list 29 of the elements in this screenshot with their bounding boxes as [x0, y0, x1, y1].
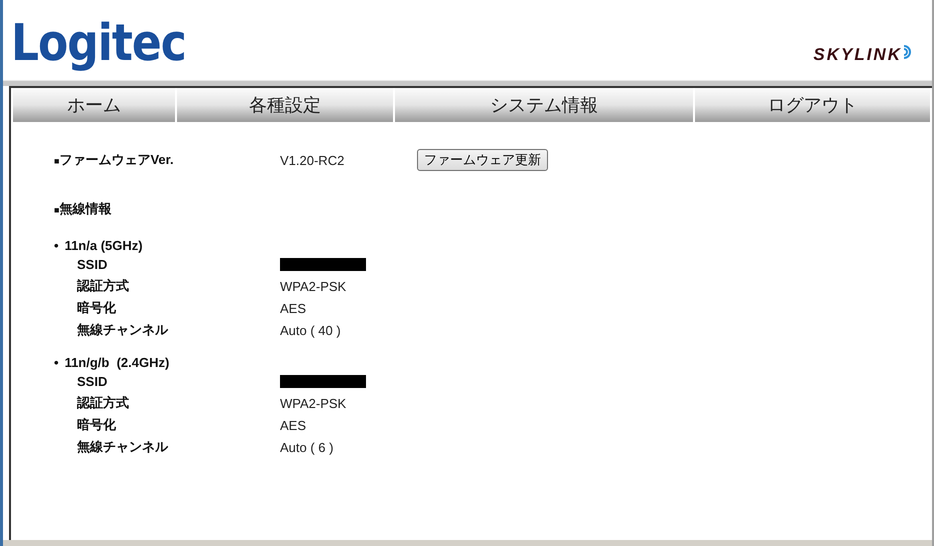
- field-value: WPA2-PSK: [280, 396, 348, 410]
- field-value: WPA2-PSK: [280, 278, 348, 294]
- field-label: 無線チャンネル: [77, 438, 170, 456]
- field-label: SSID: [77, 256, 108, 272]
- firmware-label: ■ファームウェアVer.: [54, 151, 175, 169]
- field-label: 暗号化: [77, 299, 117, 317]
- field-value: AES: [280, 418, 308, 432]
- nav-tab[interactable]: ログアウト: [695, 88, 932, 122]
- nav-tab[interactable]: ホーム: [13, 88, 177, 122]
- firmware-update-button[interactable]: ファームウェア更新: [417, 149, 548, 171]
- product-logo: SKYLINK: [813, 45, 902, 65]
- band-title: 11n/a (5GHz): [64, 238, 143, 253]
- field-label: 暗号化: [77, 416, 117, 434]
- wireless-icon: [903, 45, 912, 59]
- field-label: 認証方式: [77, 277, 130, 295]
- bullet: •: [54, 355, 59, 370]
- bullet: •: [54, 238, 59, 253]
- field-value: AES: [280, 300, 308, 316]
- nav-tab[interactable]: 各種設定: [177, 88, 395, 122]
- field-label: 認証方式: [77, 394, 130, 412]
- field-value: Auto ( 6 ): [280, 440, 334, 454]
- logo: Logitec: [11, 14, 186, 72]
- band-title: 11n/g/b (2.4GHz): [64, 355, 170, 370]
- section-title: ■無線情報: [54, 200, 112, 218]
- nav-tab[interactable]: システム情報: [395, 88, 695, 122]
- field-label: SSID: [77, 374, 108, 388]
- field-label: 無線チャンネル: [77, 321, 170, 339]
- firmware-version: V1.20-RC2: [280, 152, 346, 168]
- field-value: Auto ( 40 ): [280, 322, 342, 338]
